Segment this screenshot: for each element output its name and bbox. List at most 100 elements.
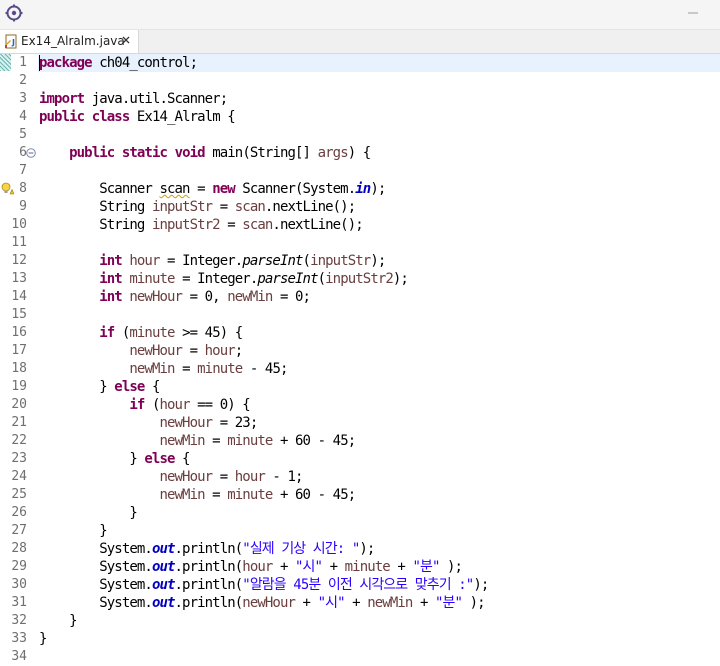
code-line[interactable]: 4 public class Ex14_Alralm { bbox=[0, 108, 720, 126]
code-text: } bbox=[39, 504, 137, 522]
line-number: 1 bbox=[19, 55, 27, 70]
string-literal: "시" bbox=[317, 595, 346, 611]
java-file-icon: J bbox=[5, 34, 17, 49]
code-token: + bbox=[295, 595, 318, 611]
fold-minus-icon[interactable] bbox=[26, 148, 36, 158]
code-line[interactable]: 7 bbox=[0, 162, 720, 180]
code-line[interactable]: 3 import java.util.Scanner; bbox=[0, 90, 720, 108]
code-token: = bbox=[212, 469, 235, 485]
code-text: System.out.println(hour + "시" + minute +… bbox=[39, 558, 463, 576]
code-line[interactable]: 14 int newHour = 0, newMin = 0; bbox=[0, 288, 720, 306]
line-number: 29 bbox=[11, 559, 27, 574]
code-line[interactable]: 16 if (minute >= 45) { bbox=[0, 324, 720, 342]
line-number: 9 bbox=[19, 199, 27, 214]
code-line[interactable]: 11 bbox=[0, 234, 720, 252]
code-line[interactable]: 1 package ch04_control; bbox=[0, 54, 720, 72]
code-text: if (hour == 0) { bbox=[39, 396, 250, 414]
variable: minute bbox=[227, 433, 273, 449]
keyword: int bbox=[99, 253, 122, 269]
code-token: Scanner bbox=[39, 181, 160, 197]
line-number: 5 bbox=[19, 127, 27, 142]
line-number: 17 bbox=[11, 343, 27, 358]
code-line[interactable]: 32 } bbox=[0, 612, 720, 630]
code-line[interactable]: 33} bbox=[0, 630, 720, 648]
variable: scan bbox=[242, 217, 273, 233]
minimize-icon[interactable] bbox=[688, 12, 698, 14]
code-line[interactable]: 22 newMin = minute + 60 - 45; bbox=[0, 432, 720, 450]
line-number: 3 bbox=[19, 91, 27, 106]
line-number: 26 bbox=[11, 505, 27, 520]
line-number: 22 bbox=[11, 433, 27, 448]
code-line[interactable]: 23 } else { bbox=[0, 450, 720, 468]
code-text: newMin = minute + 60 - 45; bbox=[39, 486, 356, 504]
code-line[interactable]: 26 } bbox=[0, 504, 720, 522]
code-line[interactable]: 34 bbox=[0, 648, 720, 666]
code-line[interactable]: 27 } bbox=[0, 522, 720, 540]
code-token: System. bbox=[39, 559, 153, 575]
line-number: 23 bbox=[11, 451, 27, 466]
code-line[interactable]: 21 newHour = 23; bbox=[0, 414, 720, 432]
variable: newMin bbox=[159, 487, 205, 503]
line-number: 21 bbox=[11, 415, 27, 430]
code-line[interactable]: 31 System.out.println(newHour + "시" + ne… bbox=[0, 594, 720, 612]
code-token: = 23; bbox=[212, 415, 259, 431]
code-line[interactable]: 28 System.out.println("실제 기상 시간: "); bbox=[0, 540, 720, 558]
code-token: ( bbox=[114, 325, 130, 341]
variable: minute bbox=[129, 325, 175, 341]
code-line[interactable]: 8 Scanner scan = new Scanner(System.in); bbox=[0, 180, 720, 198]
code-line[interactable]: 29 System.out.println(hour + "시" + minut… bbox=[0, 558, 720, 576]
variable: minute bbox=[129, 271, 175, 287]
variable: args bbox=[317, 145, 349, 161]
code-line[interactable]: 5 bbox=[0, 126, 720, 144]
perspective-icon[interactable] bbox=[5, 4, 23, 22]
code-token: } bbox=[39, 451, 145, 467]
code-line[interactable]: 17 newHour = hour; bbox=[0, 342, 720, 360]
code-line[interactable]: 9 String inputStr = scan.nextLine(); bbox=[0, 198, 720, 216]
code-token: ) { bbox=[347, 145, 371, 161]
code-token: = 0; bbox=[272, 289, 311, 305]
code-line[interactable]: 2 bbox=[0, 72, 720, 90]
line-number: 4 bbox=[19, 109, 27, 124]
code-line[interactable]: 10 String inputStr2 = scan.nextLine(); bbox=[0, 216, 720, 234]
code-token: ); bbox=[370, 181, 386, 197]
code-text: public class Ex14_Alralm { bbox=[39, 108, 236, 126]
code-line[interactable]: 24 newHour = hour - 1; bbox=[0, 468, 720, 486]
code-line[interactable]: 18 newMin = minute - 45; bbox=[0, 360, 720, 378]
code-line[interactable]: 20 if (hour == 0) { bbox=[0, 396, 720, 414]
line-number: 16 bbox=[11, 325, 27, 340]
code-token: .nextLine(); bbox=[272, 217, 363, 233]
code-token: .println( bbox=[174, 577, 244, 593]
code-token: + bbox=[344, 595, 368, 611]
line-number: 20 bbox=[11, 397, 27, 412]
code-text: String inputStr = scan.nextLine(); bbox=[39, 198, 356, 216]
code-line[interactable]: 13 int minute = Integer.parseInt(inputSt… bbox=[0, 270, 720, 288]
line-number: 6 bbox=[19, 145, 27, 160]
code-token: { bbox=[174, 451, 190, 467]
code-line[interactable]: 30 System.out.println("알람을 45분 이전 시각으로 맞… bbox=[0, 576, 720, 594]
warning-lightbulb-icon[interactable] bbox=[1, 182, 14, 195]
variable: minute bbox=[227, 487, 273, 503]
code-line[interactable]: 25 newMin = minute + 60 - 45; bbox=[0, 486, 720, 504]
code-text: package ch04_control; bbox=[39, 54, 198, 72]
line-number: 31 bbox=[11, 595, 27, 610]
keyword: void bbox=[174, 145, 206, 161]
code-line[interactable]: 12 int hour = Integer.parseInt(inputStr)… bbox=[0, 252, 720, 270]
variable: newHour bbox=[242, 595, 296, 611]
code-line[interactable]: 6 public static void main(String[] args)… bbox=[0, 144, 720, 162]
close-icon[interactable] bbox=[120, 34, 132, 46]
code-text: int hour = Integer.parseInt(inputStr); bbox=[39, 252, 386, 270]
variable: inputStr bbox=[151, 199, 213, 215]
code-text: Scanner scan = new Scanner(System.in); bbox=[39, 180, 386, 198]
code-editor[interactable]: 1 package ch04_control; 2 3 import java.util… bbox=[0, 54, 720, 666]
code-token: ch04_control; bbox=[91, 55, 198, 71]
code-token: ); bbox=[439, 559, 463, 575]
tab-ex14-alralm[interactable]: J Ex14_Alralm.java bbox=[0, 30, 139, 53]
editor-tab-bar: J Ex14_Alralm.java bbox=[0, 30, 720, 54]
line-number: 11 bbox=[11, 235, 27, 250]
code-line[interactable]: 15 bbox=[0, 306, 720, 324]
code-line[interactable]: 19 } else { bbox=[0, 378, 720, 396]
